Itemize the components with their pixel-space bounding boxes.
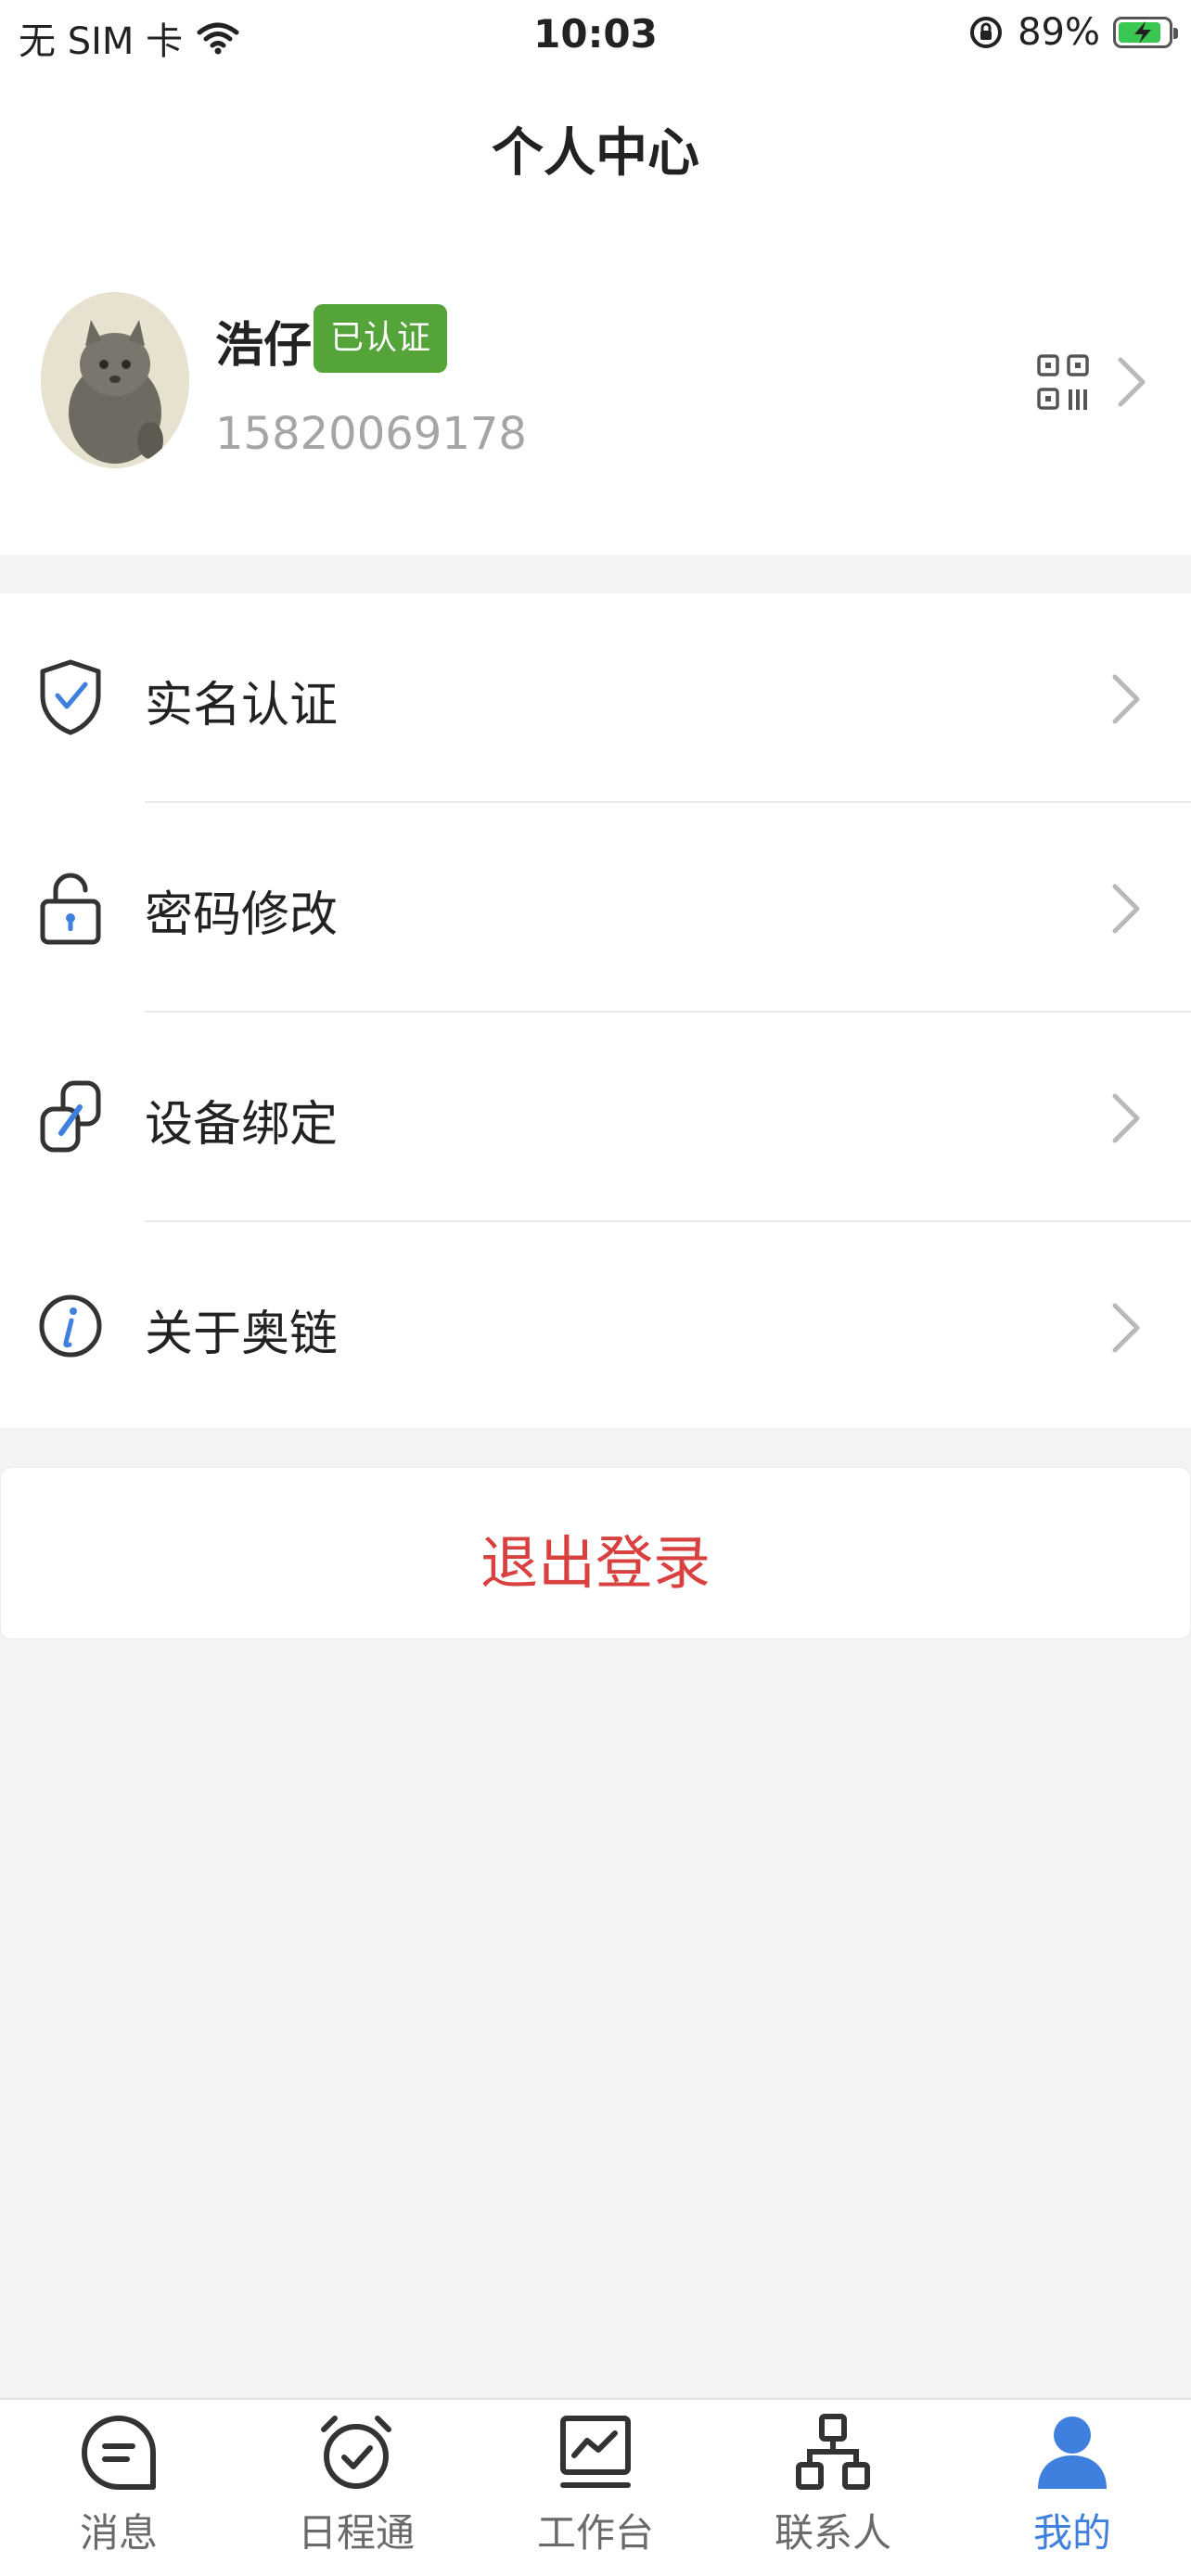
org-chart-icon (796, 2414, 870, 2490)
profile-card[interactable]: 浩仔 已认证 15820069178 (0, 223, 1191, 555)
settings-menu: 实名认证 密码修改 设备绑定 关于奥链 (0, 593, 1191, 1428)
info-icon (39, 1294, 102, 1358)
page-title: 个人中心 (492, 123, 699, 184)
tab-label: 日程通 (297, 2510, 415, 2556)
lock-icon (40, 873, 101, 945)
shield-check-icon (40, 659, 101, 735)
qr-code-icon[interactable] (1037, 354, 1089, 414)
menu-item-password[interactable]: 密码修改 (0, 803, 1191, 1013)
battery-percent: 89% (1018, 11, 1100, 54)
user-name: 浩仔 (215, 318, 313, 374)
menu-item-device-binding[interactable]: 设备绑定 (0, 1013, 1191, 1222)
tab-bar: 消息 日程通 工作台 联系人 我的 (0, 2398, 1191, 2576)
logout-label: 退出登录 (480, 1529, 711, 1597)
nav-bar: 个人中心 (0, 74, 1191, 223)
tab-contacts[interactable]: 联系人 (740, 2413, 926, 2570)
chevron-right-icon (1112, 1093, 1140, 1143)
tab-label: 消息 (79, 2510, 158, 2556)
menu-label: 设备绑定 (145, 1097, 339, 1153)
menu-label: 密码修改 (145, 887, 339, 943)
chart-board-icon (560, 2416, 631, 2488)
status-bar: 无 SIM 卡 10:03 89% (0, 0, 1191, 74)
tab-schedule[interactable]: 日程通 (263, 2413, 449, 2570)
avatar[interactable] (41, 292, 189, 468)
tab-me[interactable]: 我的 (980, 2413, 1165, 2570)
link-icon (40, 1080, 101, 1153)
chevron-right-icon (1112, 1303, 1140, 1353)
user-icon (1038, 2417, 1107, 2489)
tab-messages[interactable]: 消息 (26, 2413, 211, 2570)
orientation-lock-icon (970, 17, 1003, 48)
menu-item-about[interactable]: 关于奥链 (0, 1222, 1191, 1432)
logout-button[interactable]: 退出登录 (0, 1467, 1191, 1639)
chevron-right-icon (1112, 884, 1140, 934)
status-right: 89% (967, 11, 1178, 54)
menu-item-real-name[interactable]: 实名认证 (0, 593, 1191, 803)
tab-label: 我的 (1032, 2510, 1111, 2556)
chevron-right-icon (1112, 674, 1140, 724)
avatar-cat-image (41, 292, 189, 468)
battery-icon (1113, 17, 1178, 48)
verified-badge: 已认证 (314, 304, 448, 373)
chevron-right-icon[interactable] (1115, 354, 1148, 410)
alarm-clock-icon (321, 2416, 391, 2489)
tab-label: 工作台 (536, 2510, 654, 2556)
tab-workbench[interactable]: 工作台 (503, 2413, 688, 2570)
menu-label: 实名认证 (145, 678, 339, 733)
menu-label: 关于奥链 (145, 1307, 339, 1362)
message-icon (82, 2416, 156, 2490)
user-phone: 15820069178 (215, 408, 527, 460)
tab-label: 联系人 (774, 2510, 891, 2556)
